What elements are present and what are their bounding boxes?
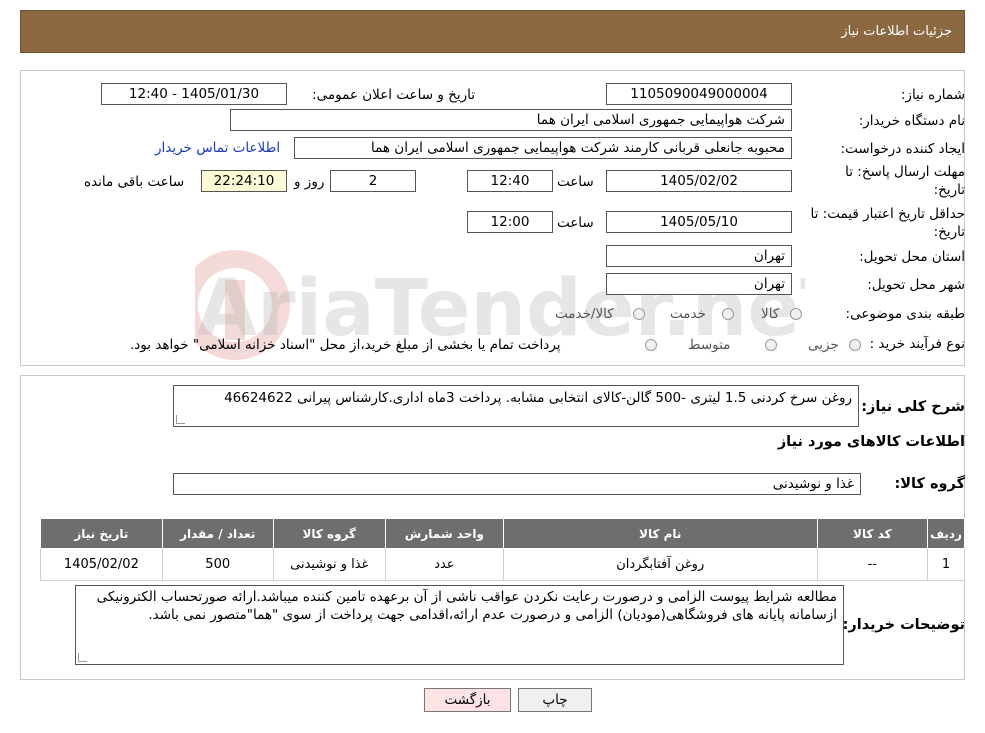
col-group: گروه کالا: [272, 518, 386, 549]
notes-label: توضیحات خریدار:: [842, 617, 965, 633]
cell-row: 1: [927, 548, 965, 581]
process-checkbox-treasury[interactable]: [645, 339, 657, 351]
summary-label: شرح کلی نیاز:: [861, 399, 965, 415]
category-option-goods: کالا: [761, 306, 780, 322]
process-option-medium: متوسط: [688, 337, 731, 353]
category-radio-goods-service[interactable]: [633, 308, 645, 320]
buyer-contact-link[interactable]: اطلاعات تماس خریدار: [155, 140, 280, 156]
validity-label-date: تاریخ:: [933, 224, 965, 240]
deadline-date-field: 1405/02/02: [606, 170, 792, 192]
process-note: پرداخت تمام یا بخشی از مبلغ خرید،از محل …: [130, 337, 561, 353]
resize-handle-icon[interactable]: [78, 653, 87, 662]
goods-group-label: گروه کالا:: [894, 476, 965, 492]
category-radio-service[interactable]: [722, 308, 734, 320]
cell-name: روغن آفتابگردان: [502, 548, 818, 581]
process-label: نوع فرآیند خرید :: [869, 336, 965, 352]
col-name: نام کالا: [502, 518, 818, 549]
days-label: روز و: [294, 174, 325, 190]
deadline-label: مهلت ارسال پاسخ: تا: [845, 164, 965, 180]
process-radio-medium[interactable]: [765, 339, 777, 351]
goods-section-title: اطلاعات کالاهای مورد نیاز: [777, 434, 965, 450]
cell-quantity: 500: [161, 548, 274, 581]
validity-label: حداقل تاریخ اعتبار قیمت: تا: [810, 206, 965, 222]
summary-textarea: روغن سرخ کردنی 1.5 لیتری -500 گالن-کالای…: [173, 385, 859, 427]
category-label: طبقه بندی موضوعی:: [845, 306, 965, 322]
announce-label: تاریخ و ساعت اعلان عمومی:: [312, 87, 475, 103]
category-radio-goods[interactable]: [790, 308, 802, 320]
cell-unit: عدد: [384, 548, 504, 581]
announce-field: 1405/01/30 - 12:40: [101, 83, 287, 105]
goods-table: ردیف کد کالا نام کالا واحد شمارش گروه کا…: [40, 518, 965, 581]
deadline-time-label: ساعت: [557, 174, 594, 190]
buyer-org-label: نام دستگاه خریدار:: [858, 113, 965, 129]
col-quantity: تعداد / مقدار: [161, 518, 274, 549]
city-label: شهر محل تحویل:: [867, 277, 965, 293]
process-radio-minor[interactable]: [849, 339, 861, 351]
province-label: استان محل تحویل:: [859, 249, 965, 265]
deadline-time-field: 12:40: [467, 170, 553, 192]
days-remaining-field: 2: [330, 170, 416, 192]
goods-group-field: غذا و نوشیدنی: [173, 473, 861, 495]
validity-time-field: 12:00: [467, 211, 553, 233]
cell-code: --: [816, 548, 929, 581]
province-field: تهران: [606, 245, 792, 267]
category-option-service: خدمت: [670, 306, 706, 322]
city-field: تهران: [606, 273, 792, 295]
creator-field: محبوبه جانعلی قربانی کارمند شرکت هواپیما…: [294, 137, 792, 159]
col-row: ردیف: [927, 518, 965, 549]
print-button[interactable]: چاپ: [518, 688, 592, 712]
need-number-field: 1105090049000004: [606, 83, 792, 105]
validity-time-label: ساعت: [557, 215, 594, 231]
creator-label: ایجاد کننده درخواست:: [840, 141, 965, 157]
col-code: کد کالا: [816, 518, 929, 549]
notes-textarea: مطالعه شرایط پیوست الزامی و درصورت رعایت…: [75, 585, 844, 665]
col-date: تاریخ نیاز: [40, 518, 163, 549]
remaining-time-label: ساعت باقی مانده: [84, 174, 185, 190]
process-option-minor: جزیی: [808, 337, 839, 353]
cell-group: غذا و نوشیدنی: [272, 548, 386, 581]
page-header: جزئیات اطلاعات نیاز: [20, 10, 965, 53]
summary-text: روغن سرخ کردنی 1.5 لیتری -500 گالن-کالای…: [224, 390, 852, 406]
col-unit: واحد شمارش: [384, 518, 504, 549]
back-button[interactable]: بازگشت: [424, 688, 511, 712]
resize-handle-icon[interactable]: [176, 415, 185, 424]
table-row: 1 -- روغن آفتابگردان عدد غذا و نوشیدنی 5…: [40, 548, 965, 581]
deadline-label-date: تاریخ:: [933, 182, 965, 198]
validity-date-field: 1405/05/10: [606, 211, 792, 233]
page-title: جزئیات اطلاعات نیاز: [841, 24, 952, 39]
need-number-label: شماره نیاز:: [900, 87, 965, 103]
cell-date: 1405/02/02: [40, 548, 163, 581]
category-option-goods-service: کالا/خدمت: [555, 306, 614, 322]
notes-text: مطالعه شرایط پیوست الزامی و درصورت رعایت…: [96, 589, 837, 623]
goods-table-header: ردیف کد کالا نام کالا واحد شمارش گروه کا…: [40, 518, 965, 549]
buyer-org-field: شرکت هواپیمایی جمهوری اسلامی ایران هما: [230, 109, 792, 131]
remaining-time-field: 22:24:10: [201, 170, 287, 192]
